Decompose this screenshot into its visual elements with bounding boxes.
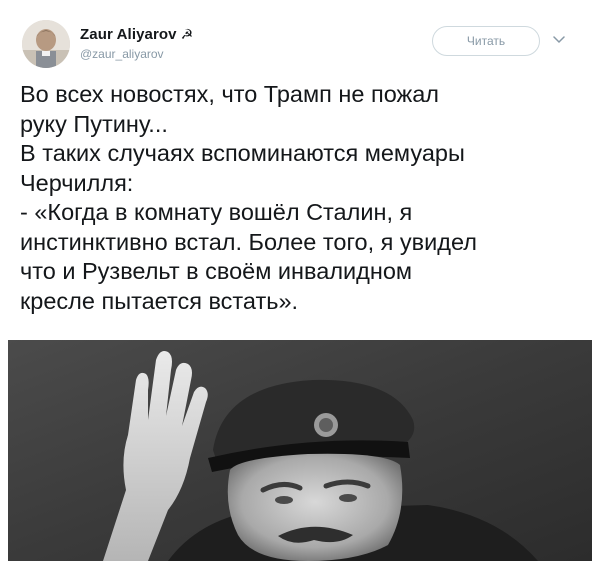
tweet-text: Во всех новостях, что Трамп не пожал рук…	[20, 81, 477, 314]
author-name[interactable]: Zaur Aliyarov ☭	[80, 26, 193, 43]
tweet-photo[interactable]	[8, 340, 592, 561]
tweet-card: Zaur Aliyarov ☭ @zaur_aliyarov Читать Во …	[0, 0, 600, 561]
hammer-sickle-icon: ☭	[180, 26, 194, 42]
follow-button[interactable]: Читать	[432, 26, 540, 56]
avatar[interactable]	[22, 20, 70, 68]
chevron-down-icon[interactable]	[552, 33, 566, 47]
avatar-photo-icon	[22, 20, 70, 68]
author-handle[interactable]: @zaur_aliyarov	[80, 47, 164, 61]
black-and-white-photo-icon	[8, 340, 592, 561]
author-name-text: Zaur Aliyarov	[80, 26, 177, 43]
